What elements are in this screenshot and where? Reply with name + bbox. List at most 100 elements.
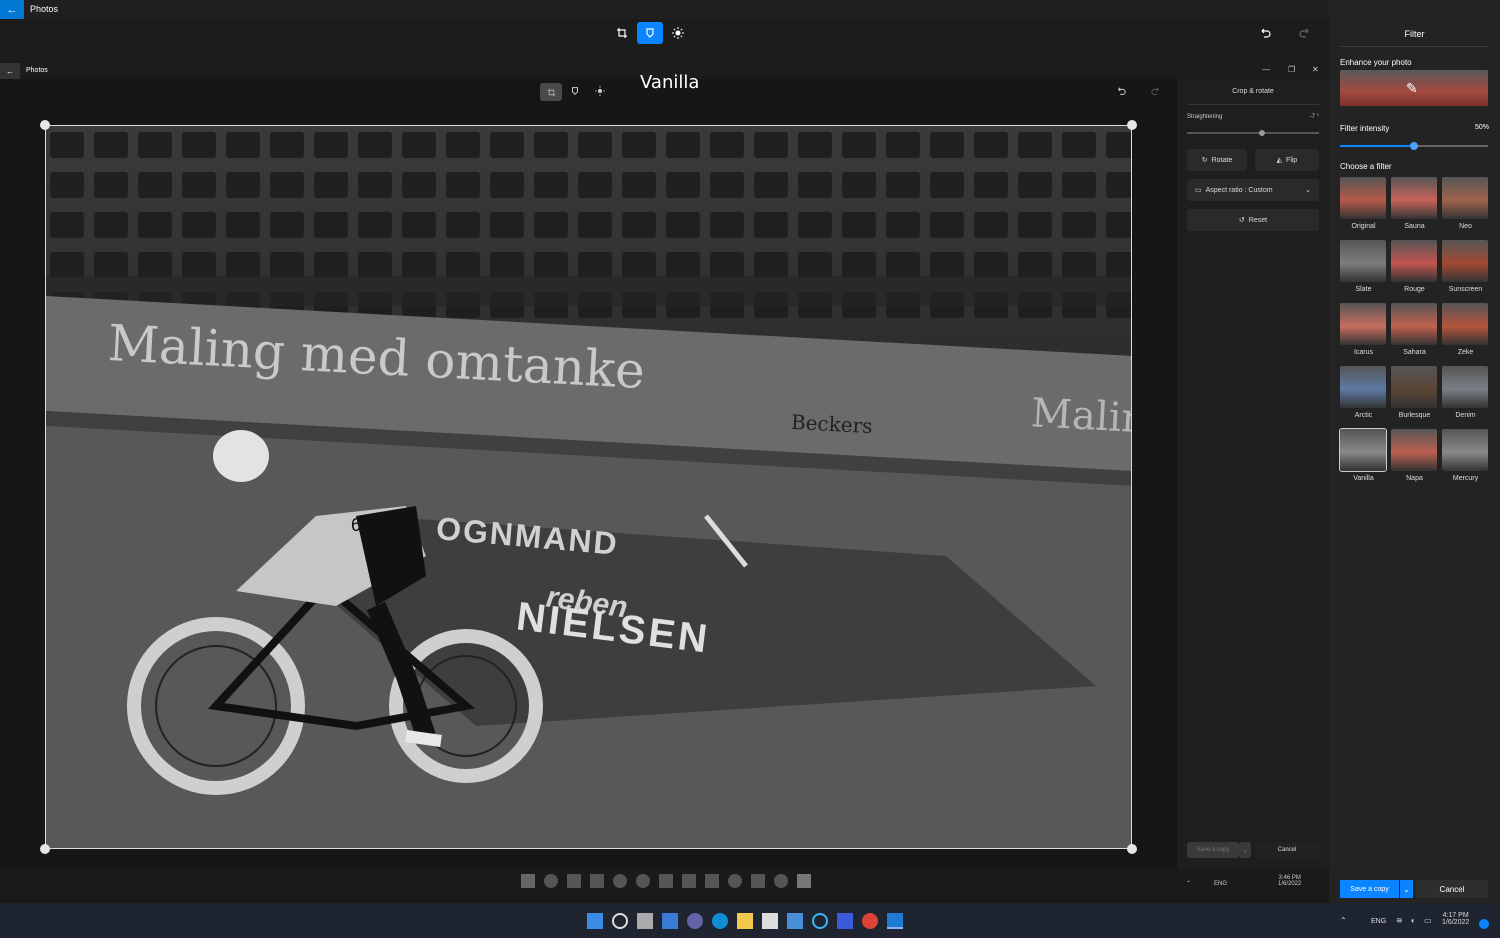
store-icon[interactable] [762, 913, 778, 929]
whiteboard-icon[interactable] [837, 913, 853, 929]
filter-thumbnail-arctic[interactable] [1340, 366, 1386, 408]
photos-icon[interactable] [797, 874, 811, 888]
magic-wand-icon: ✎ [1406, 80, 1418, 96]
filter-intensity-thumb[interactable] [1410, 142, 1418, 150]
volume-icon[interactable]: ◖ [1410, 916, 1415, 925]
inner-tray-chevron-icon[interactable]: ⌃ [1186, 880, 1191, 887]
aspect-ratio-dropdown[interactable]: ▭ Aspect ratio : Custom ⌄ [1187, 179, 1319, 201]
widgets-icon[interactable] [590, 874, 604, 888]
task-view-icon[interactable] [637, 913, 653, 929]
filter-label: Vanilla [1353, 475, 1374, 482]
filter-thumbnail-zeke[interactable] [1442, 303, 1488, 345]
filter-thumbnail-slate[interactable] [1340, 240, 1386, 282]
tray-clock[interactable]: 4:17 PM 1/6/2022 [1442, 912, 1469, 926]
filter-label: Arctic [1354, 412, 1373, 419]
cancel-button[interactable]: Cancel [1416, 880, 1488, 898]
crop-tool-button[interactable] [609, 22, 635, 44]
edge-icon[interactable] [636, 874, 650, 888]
filter-thumbnail-burlesque[interactable] [1391, 366, 1437, 408]
inner-tray-language[interactable]: ENG [1214, 881, 1227, 887]
inner-photos-window: ← Photos — ❐ ✕ Vanilla Maling med omtank… [0, 63, 1329, 903]
back-button[interactable]: ← [0, 0, 24, 19]
tray-language[interactable]: ENG [1371, 918, 1386, 925]
explorer-icon[interactable] [659, 874, 673, 888]
flip-button[interactable]: ◭ Flip [1255, 149, 1319, 171]
filter-intensity-slider[interactable] [1340, 142, 1488, 150]
start-icon[interactable] [587, 913, 603, 929]
filter-thumbnail-denim[interactable] [1442, 366, 1488, 408]
explorer-icon[interactable] [737, 913, 753, 929]
inner-filter-tool-button[interactable] [570, 86, 580, 96]
crop-handle-top-left[interactable] [40, 120, 50, 130]
straightening-slider-thumb[interactable] [1259, 130, 1266, 136]
photos-icon[interactable] [887, 913, 903, 929]
filter-thumbnail-sahara[interactable] [1391, 303, 1437, 345]
title-bar: ← Photos — ❐ ✕ [0, 0, 1500, 19]
filter-thumbnail-sauna[interactable] [1391, 177, 1437, 219]
photo-image[interactable]: Maling med omtanke Beckers Maling OGNMAN… [45, 125, 1132, 849]
start-icon[interactable] [521, 874, 535, 888]
inner-cancel-button[interactable]: Cancel [1255, 842, 1319, 858]
mail-icon[interactable] [705, 874, 719, 888]
reset-button[interactable]: ↺ Reset [1187, 209, 1319, 231]
inner-undo-button[interactable] [1116, 86, 1126, 96]
search-icon[interactable] [544, 874, 558, 888]
search-icon[interactable] [612, 913, 628, 929]
store-icon[interactable] [682, 874, 696, 888]
filter-thumbnail-icarus[interactable] [1340, 303, 1386, 345]
editor-toolbar [0, 19, 1329, 63]
redo-button[interactable] [1292, 22, 1318, 44]
widgets-icon[interactable] [662, 913, 678, 929]
taskbar-icons [587, 913, 903, 929]
tray-time: 4:17 PM [1442, 912, 1469, 919]
inner-save-dropdown-button[interactable]: ⌄ [1239, 842, 1251, 858]
filter-thumbnail-napa[interactable] [1391, 429, 1437, 471]
tray-chevron-icon[interactable]: ⌃ [1340, 916, 1347, 925]
cortana-icon[interactable] [728, 874, 742, 888]
chrome-icon[interactable] [862, 913, 878, 929]
filter-thumbnail-mercury[interactable] [1442, 429, 1488, 471]
filter-thumbnail-vanilla[interactable] [1339, 428, 1387, 472]
battery-icon[interactable]: ▭ [1424, 916, 1432, 925]
mail-icon[interactable] [787, 913, 803, 929]
rotate-button[interactable]: ↻ Rotate [1187, 149, 1247, 171]
inner-tray-clock[interactable]: 3:46 PM 1/6/2022 [1278, 875, 1301, 887]
filter-thumbnail-sunscreen[interactable] [1442, 240, 1488, 282]
task-view-icon[interactable] [567, 874, 581, 888]
filter-thumbnail-neo[interactable] [1442, 177, 1488, 219]
enhance-photo-button[interactable]: ✎ [1340, 70, 1488, 106]
photo-banner-right-text: Maling [1029, 390, 1132, 444]
crop-handle-top-right[interactable] [1127, 120, 1137, 130]
crop-handle-bottom-right[interactable] [1127, 844, 1137, 854]
adjust-tool-button[interactable] [665, 22, 691, 44]
inner-close-button[interactable]: ✕ [1312, 65, 1319, 74]
crop-handle-bottom-left[interactable] [40, 844, 50, 854]
filter-panel-title: Filter [1404, 29, 1425, 39]
notification-icon[interactable] [1479, 919, 1489, 929]
inner-crop-tool-button[interactable] [540, 83, 562, 101]
inner-save-copy-button[interactable]: Save a copy [1187, 842, 1239, 858]
filter-label: Zeke [1457, 349, 1474, 356]
chrome-icon[interactable] [774, 874, 788, 888]
edge-icon[interactable] [712, 913, 728, 929]
inner-maximize-button[interactable]: ❐ [1288, 65, 1295, 74]
inner-minimize-button[interactable]: — [1262, 65, 1270, 74]
filter-thumbnail-rouge[interactable] [1391, 240, 1437, 282]
whiteboard-icon[interactable] [751, 874, 765, 888]
chevron-down-icon: ⌄ [1403, 884, 1410, 894]
inner-adjust-tool-button[interactable] [595, 86, 605, 96]
undo-button[interactable] [1252, 22, 1278, 44]
filter-thumbnail-original[interactable] [1340, 177, 1386, 219]
inner-redo-button[interactable] [1151, 86, 1161, 96]
inner-back-button[interactable]: ← [0, 63, 20, 79]
straightening-slider[interactable] [1187, 130, 1319, 136]
chat-icon[interactable] [613, 874, 627, 888]
cortana-icon[interactable] [812, 913, 828, 929]
save-dropdown-button[interactable]: ⌄ [1400, 880, 1413, 898]
filter-icon [646, 28, 654, 38]
filter-tool-button[interactable] [637, 22, 663, 44]
wifi-icon[interactable]: ≋ [1396, 916, 1403, 925]
chat-icon[interactable] [687, 913, 703, 929]
filter-label: Mercury [1452, 475, 1479, 482]
save-copy-button[interactable]: Save a copy [1340, 880, 1399, 898]
